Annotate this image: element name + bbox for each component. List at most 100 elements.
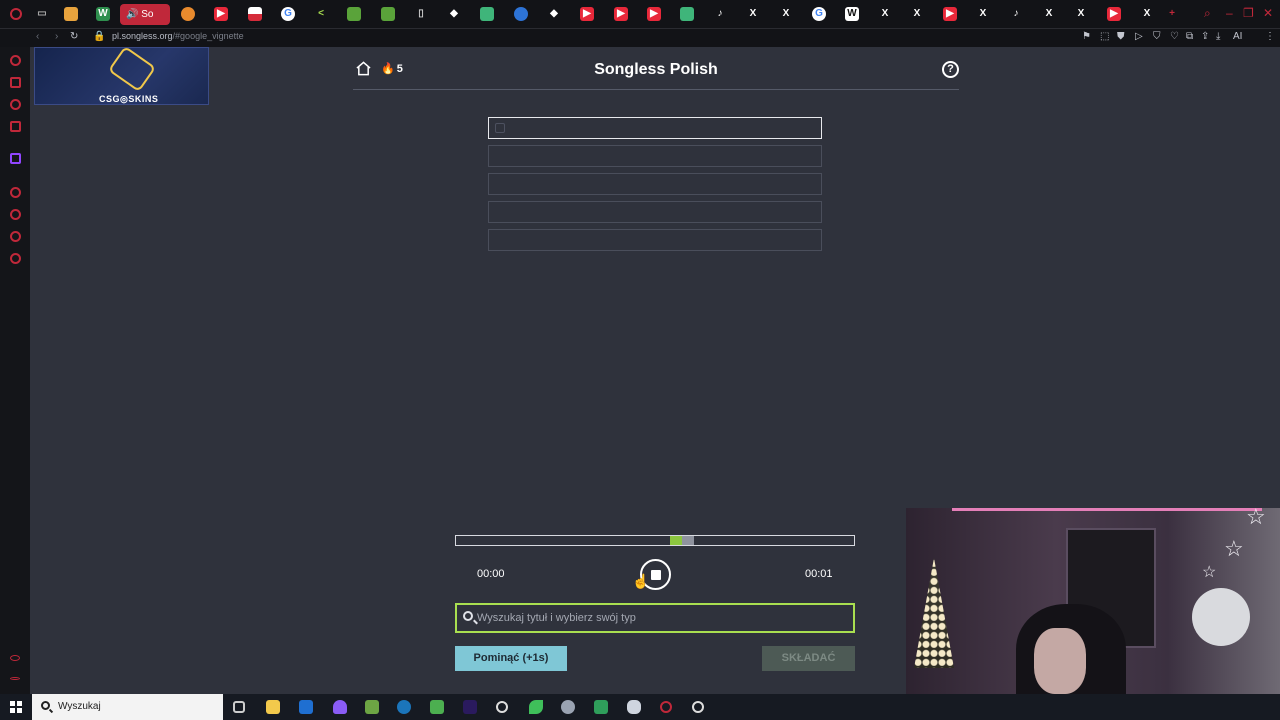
youtube-icon[interactable]: ▶ xyxy=(943,7,957,21)
tiktok-icon[interactable]: ♪ xyxy=(1009,7,1023,21)
google-icon[interactable]: G xyxy=(812,7,826,21)
sidebar-news-icon[interactable] xyxy=(10,121,21,132)
opera-gx-icon[interactable] xyxy=(660,701,672,713)
tab-icon-doc[interactable]: ▯ xyxy=(414,7,428,21)
tab-icon-pl-flag[interactable] xyxy=(248,7,262,21)
minecraft-icon[interactable] xyxy=(365,700,379,714)
webcam-frame-accent xyxy=(952,508,1262,511)
tab-icon-diamond-1[interactable]: ◆ xyxy=(447,7,461,21)
x-icon[interactable]: X xyxy=(779,7,793,21)
youtube-icon[interactable]: ▶ xyxy=(614,7,628,21)
search-icon xyxy=(463,611,473,621)
app-books-icon[interactable] xyxy=(594,700,608,714)
forward-icon[interactable]: › xyxy=(55,31,58,42)
youtube-icon[interactable]: ▶ xyxy=(647,7,661,21)
sidebar-shopping-icon[interactable] xyxy=(10,77,21,88)
app-crystal-icon[interactable] xyxy=(333,700,347,714)
progress-unlocked-segment xyxy=(682,536,694,545)
app-green-icon[interactable] xyxy=(430,700,444,714)
share-icon[interactable]: ⇪ xyxy=(1201,31,1209,42)
player-icon[interactable]: ▷ xyxy=(1135,31,1143,42)
sidebar-aria-icon[interactable] xyxy=(10,55,21,66)
tab-icon-orange[interactable] xyxy=(181,7,195,21)
tab-icon-chevron[interactable]: < xyxy=(314,7,328,21)
x-icon[interactable]: X xyxy=(1140,7,1154,21)
file-explorer-icon[interactable] xyxy=(266,700,280,714)
snapshot-icon[interactable]: ⬚ xyxy=(1100,31,1109,42)
youtube-icon[interactable]: ▶ xyxy=(1107,7,1121,21)
song-search-box xyxy=(455,603,855,633)
browser-tab-bar: ▭ W 🔊 So ▶ G < ▯ ◆ ◆ ▶ ▶ ▶ ♪ X X G W X X… xyxy=(0,0,1280,29)
tab-icon-green-4[interactable] xyxy=(680,7,694,21)
tab-active[interactable]: 🔊 So xyxy=(120,4,170,25)
app-leaf-icon[interactable] xyxy=(529,700,543,714)
tab-icon-diamond-2[interactable]: ◆ xyxy=(547,7,561,21)
skip-button[interactable]: Pominąć (+1s) xyxy=(455,646,567,671)
x-icon[interactable]: X xyxy=(910,7,924,21)
tab-icon-green-1[interactable] xyxy=(347,7,361,21)
obs-icon[interactable] xyxy=(496,701,508,713)
ad-banner[interactable]: CSG◎SKINS xyxy=(34,45,209,105)
sidebar-more-icon[interactable] xyxy=(10,677,20,680)
youtube-icon[interactable]: ▶ xyxy=(214,7,228,21)
download-icon[interactable]: ⤓ xyxy=(1216,31,1220,42)
guess-slot xyxy=(488,201,822,223)
sidebar-twitch-icon[interactable] xyxy=(10,153,21,164)
premiere-icon[interactable] xyxy=(463,700,477,714)
url-field[interactable]: pl.songless.org/#google_vignette xyxy=(112,31,244,41)
reload-icon[interactable]: ↻ xyxy=(70,31,78,42)
task-view-icon[interactable] xyxy=(233,701,245,713)
sidebar-messenger-icon[interactable] xyxy=(10,99,21,110)
opera-logo-icon[interactable] xyxy=(10,8,22,20)
maximize-icon[interactable]: ❐ xyxy=(1243,6,1254,20)
new-tab-icon[interactable]: + xyxy=(1165,7,1179,21)
google-icon[interactable]: G xyxy=(281,7,295,21)
x-icon[interactable]: X xyxy=(1074,7,1088,21)
app-shield-icon[interactable] xyxy=(627,700,641,714)
sidebar-pinboard-icon[interactable] xyxy=(10,231,21,242)
tab-icon-cube[interactable] xyxy=(64,7,78,21)
app-m-icon[interactable] xyxy=(299,700,313,714)
youtube-icon[interactable]: ▶ xyxy=(580,7,594,21)
x-icon[interactable]: X xyxy=(878,7,892,21)
back-icon[interactable]: ‹ xyxy=(36,31,39,42)
app-globe-icon[interactable] xyxy=(561,700,575,714)
tiktok-icon[interactable]: ♪ xyxy=(713,7,727,21)
bookmark-icon[interactable]: ⚑ xyxy=(1082,31,1091,42)
fan-image xyxy=(1192,588,1250,646)
search-input[interactable] xyxy=(477,608,847,628)
tab-icon-green-2[interactable] xyxy=(381,7,395,21)
x-icon[interactable]: X xyxy=(976,7,990,21)
tab-icon-green-3[interactable] xyxy=(480,7,494,21)
app-clock-icon[interactable] xyxy=(692,701,704,713)
time-total: 00:01 xyxy=(805,568,833,580)
webcam-overlay: ☆ ☆ ☆ xyxy=(906,508,1280,694)
submit-button[interactable]: SKŁADAĆ xyxy=(762,646,855,671)
close-window-icon[interactable]: ✕ xyxy=(1263,6,1273,20)
tab-icon-blue[interactable] xyxy=(514,7,528,21)
knife-icon xyxy=(107,45,157,93)
extensions-icon[interactable]: ⧉ xyxy=(1186,31,1193,42)
windows-start-icon[interactable] xyxy=(10,701,22,713)
help-icon[interactable]: ? xyxy=(942,61,959,78)
sidebar-settings-icon[interactable] xyxy=(10,253,21,264)
browser-sidebar xyxy=(0,47,30,694)
x-icon[interactable]: X xyxy=(1042,7,1056,21)
tab-overview-icon[interactable]: ▭ xyxy=(35,7,49,21)
sidebar-history-icon[interactable] xyxy=(10,209,21,220)
heart-icon[interactable]: ♡ xyxy=(1170,31,1179,42)
wikipedia-icon[interactable]: W xyxy=(845,7,859,21)
wallet-icon[interactable]: ⛉ xyxy=(1153,31,1161,42)
sidebar-gx-icon[interactable] xyxy=(10,655,20,661)
shield-icon[interactable]: ⛊ xyxy=(1117,31,1125,42)
x-icon[interactable]: X xyxy=(746,7,760,21)
sidebar-player-icon[interactable] xyxy=(10,187,21,198)
steam-icon[interactable] xyxy=(397,700,411,714)
minimize-icon[interactable]: – xyxy=(1226,6,1233,20)
more-menu-icon[interactable]: ⋮ xyxy=(1265,31,1275,42)
aria-ai-icon[interactable]: AI xyxy=(1233,31,1242,42)
taskbar-search[interactable]: Wyszukaj xyxy=(32,694,223,720)
tab-icon-w-green[interactable]: W xyxy=(96,7,110,21)
search-tabs-icon[interactable]: ⌕ xyxy=(1204,6,1211,21)
star-decoration-icon: ☆ xyxy=(1202,564,1217,581)
